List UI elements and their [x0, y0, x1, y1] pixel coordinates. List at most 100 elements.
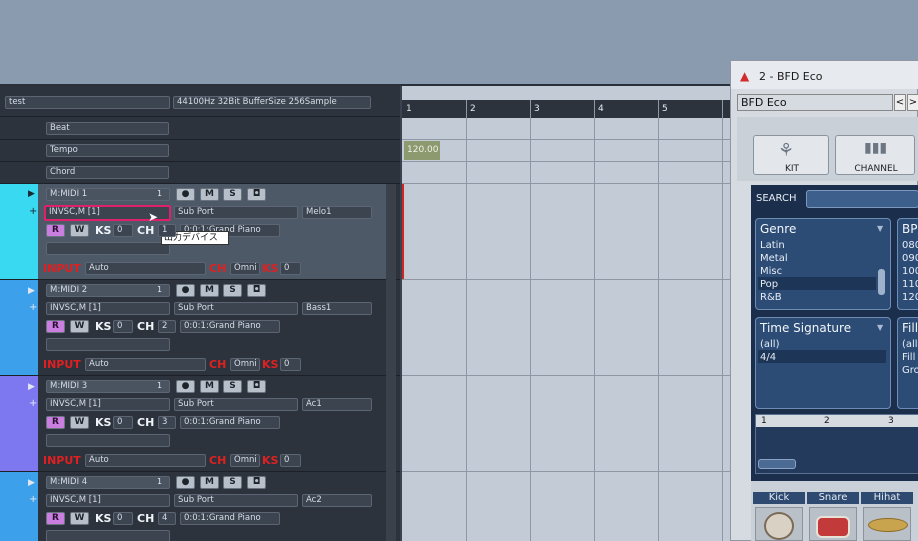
track-name-field[interactable]: M:MIDI 1 [46, 188, 170, 201]
add-icon[interactable]: + [29, 206, 37, 217]
track-name-field[interactable]: M:MIDI 4 [46, 476, 170, 489]
list-item[interactable]: Fill [902, 352, 915, 363]
sub-port-field[interactable]: Sub Port [174, 494, 298, 507]
output-device-field[interactable]: INVSC,M [1] [46, 494, 170, 507]
record-button[interactable]: R [46, 224, 65, 237]
list-item-selected[interactable]: Pop [760, 279, 778, 290]
track-scrollbar[interactable] [386, 184, 396, 541]
add-icon[interactable]: + [29, 398, 37, 409]
blank-field[interactable] [46, 242, 170, 255]
sub-port-field[interactable]: Sub Port [174, 302, 298, 315]
playhead[interactable] [402, 184, 404, 279]
groove-timeline[interactable]: 1 2 3 [755, 414, 918, 474]
solo-button[interactable]: S [223, 476, 242, 489]
instrument-field[interactable]: Ac2 [302, 494, 372, 507]
mute-button[interactable]: M [200, 476, 219, 489]
list-item[interactable]: Misc [760, 266, 782, 277]
program-field[interactable]: 0:0:1:Grand Piano [180, 416, 280, 429]
list-item[interactable]: 080 [902, 240, 918, 251]
next-preset-button[interactable]: > [907, 94, 918, 111]
solo-button[interactable]: S [223, 188, 242, 201]
write-button[interactable]: W [70, 320, 89, 333]
kit-tab[interactable]: ⚘ KIT [753, 135, 829, 175]
list-item[interactable]: 110 [902, 279, 918, 290]
list-item[interactable]: 100 [902, 266, 918, 277]
prev-preset-button[interactable]: < [894, 94, 906, 111]
ks-field[interactable]: 0 [113, 320, 133, 333]
bpm-list[interactable]: BP 080 090 100 110 120 [897, 218, 918, 310]
instrument-field[interactable]: Melo1 [302, 206, 372, 219]
write-button[interactable]: W [70, 224, 89, 237]
ch-field[interactable]: 1 [158, 224, 176, 237]
kick-tab[interactable]: Kick [753, 492, 805, 504]
record-arm-icon[interactable]: ● [176, 188, 195, 201]
instrument-field[interactable]: Bass1 [302, 302, 372, 315]
list-item[interactable]: Metal [760, 253, 788, 264]
output-device-field[interactable]: INVSC,M [1] [46, 302, 170, 315]
input-field[interactable]: Auto [85, 454, 206, 467]
list-item[interactable]: R&B [760, 292, 782, 303]
write-button[interactable]: W [70, 416, 89, 429]
list-item[interactable]: (all [902, 339, 918, 350]
chevron-down-icon[interactable]: ▼ [877, 224, 883, 233]
arrange-area[interactable]: 1 2 3 4 5 120.00 [402, 86, 730, 541]
expand-arrow-icon[interactable]: ▶ [28, 382, 35, 392]
monitor-icon[interactable]: ◘ [247, 380, 266, 393]
monitor-icon[interactable]: ◘ [247, 188, 266, 201]
monitor-icon[interactable]: ◘ [247, 476, 266, 489]
ks-field[interactable]: 0 [113, 416, 133, 429]
input-ch-field[interactable]: Omni [230, 262, 260, 275]
tempo-event[interactable]: 120.00 [404, 141, 440, 160]
program-field[interactable]: 0:0:1:Grand Piano [180, 512, 280, 525]
add-icon[interactable]: + [29, 302, 37, 313]
input-ch-field[interactable]: Omni [230, 454, 260, 467]
program-field[interactable]: 0:0:1:Grand Piano [180, 320, 280, 333]
list-item[interactable]: 090 [902, 253, 918, 264]
blank-field[interactable] [46, 434, 170, 447]
input-ks-field[interactable]: 0 [280, 454, 301, 467]
expand-arrow-icon[interactable]: ▶ [28, 189, 35, 199]
tempo-track[interactable]: Tempo [46, 144, 169, 157]
track-name-field[interactable]: M:MIDI 3 [46, 380, 170, 393]
beat-track[interactable]: Beat [46, 122, 169, 135]
snare-tab[interactable]: Snare [807, 492, 859, 504]
chevron-down-icon[interactable]: ▼ [877, 323, 883, 332]
input-field[interactable]: Auto [85, 262, 206, 275]
input-field[interactable]: Auto [85, 358, 206, 371]
ch-field[interactable]: 4 [158, 512, 176, 525]
write-button[interactable]: W [70, 512, 89, 525]
hihat-tab[interactable]: Hihat [861, 492, 913, 504]
fill-list[interactable]: Fill (all Fill Gro [897, 317, 918, 409]
ks-field[interactable]: 0 [113, 224, 133, 237]
preset-field[interactable]: BFD Eco [737, 94, 893, 111]
chord-track[interactable]: Chord [46, 166, 169, 179]
genre-list[interactable]: Genre ▼ Latin Metal Misc Pop R&B [755, 218, 891, 310]
time-signature-list[interactable]: Time Signature ▼ (all) 4/4 [755, 317, 891, 409]
kick-drum-icon[interactable] [755, 507, 803, 541]
channel-tab[interactable]: ▮▮▮ CHANNEL [835, 135, 915, 175]
groove-scroll-handle[interactable] [758, 459, 796, 469]
project-name-field[interactable]: test [5, 96, 170, 109]
record-arm-icon[interactable]: ● [176, 476, 195, 489]
blank-field[interactable] [46, 338, 170, 351]
expand-arrow-icon[interactable]: ▶ [28, 478, 35, 488]
sub-port-field[interactable]: Sub Port [174, 398, 298, 411]
input-ks-field[interactable]: 0 [280, 262, 301, 275]
list-item[interactable]: 120 [902, 292, 918, 303]
expand-arrow-icon[interactable]: ▶ [28, 286, 35, 296]
monitor-icon[interactable]: ◘ [247, 284, 266, 297]
track-name-field[interactable]: M:MIDI 2 [46, 284, 170, 297]
ch-field[interactable]: 3 [158, 416, 176, 429]
output-device-field[interactable]: INVSC,M [1] [46, 398, 170, 411]
record-arm-icon[interactable]: ● [176, 380, 195, 393]
ch-field[interactable]: 2 [158, 320, 176, 333]
list-item-selected[interactable]: 4/4 [760, 352, 776, 363]
solo-button[interactable]: S [223, 284, 242, 297]
input-ks-field[interactable]: 0 [280, 358, 301, 371]
blank-field[interactable] [46, 530, 170, 541]
input-ch-field[interactable]: Omni [230, 358, 260, 371]
record-arm-icon[interactable]: ● [176, 284, 195, 297]
mute-button[interactable]: M [200, 284, 219, 297]
list-item[interactable]: Gro [902, 365, 918, 376]
list-item[interactable]: (all) [760, 339, 780, 350]
